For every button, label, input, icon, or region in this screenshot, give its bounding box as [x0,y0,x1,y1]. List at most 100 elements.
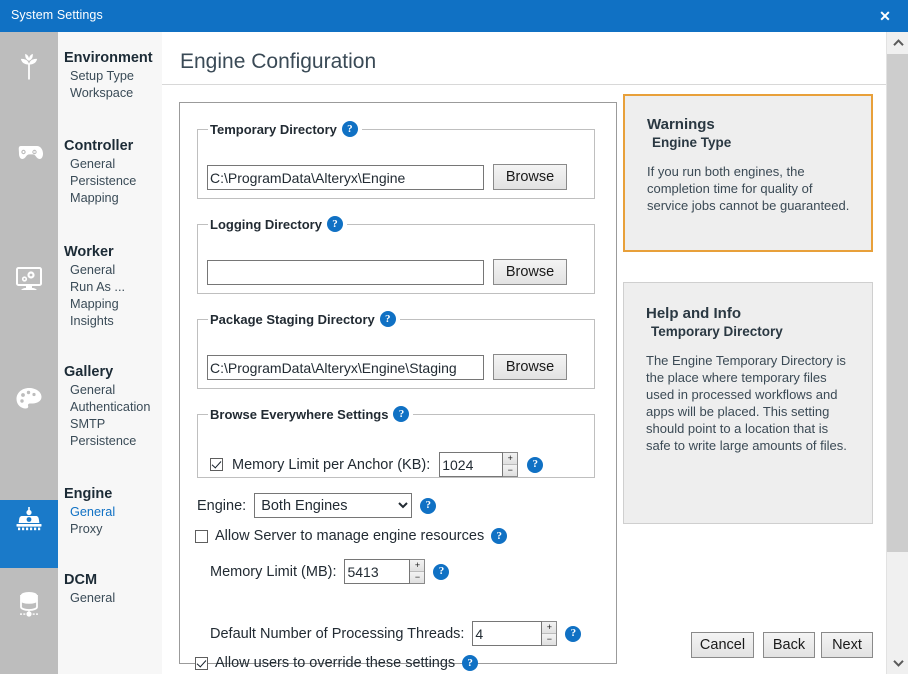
memory-limit-anchor-help-icon[interactable]: ? [527,457,543,473]
processing-threads-decrement-button[interactable]: − [542,634,556,645]
rail-item-worker[interactable] [0,260,58,324]
memory-limit-anchor-input[interactable] [439,452,503,477]
allow-server-row: Allow Server to manage engine resources … [195,528,507,544]
warnings-subtitle: Engine Type [652,135,853,150]
package-staging-directory-legend: Package Staging Directory ? [208,311,400,327]
processing-threads-increment-button[interactable]: + [542,622,556,634]
engine-select-label: Engine: [197,498,246,514]
engine-select-help-icon[interactable]: ? [420,498,436,514]
nav-heading-controller: Controller [58,136,162,156]
close-icon[interactable]: ✕ [862,0,908,32]
rail-item-environment[interactable] [0,46,58,110]
window-title: System Settings [11,8,103,22]
nav-group-engine: Engine General Proxy [58,484,162,538]
chevron-down-icon [893,659,904,667]
warnings-body: If you run both engines, the completion … [647,163,853,214]
nav-heading-dcm: DCM [58,570,162,590]
allow-override-help-icon[interactable]: ? [462,655,478,671]
memory-limit-mb-decrement-button[interactable]: − [410,572,424,583]
nav-group-environment: Environment Setup Type Workspace [58,48,162,102]
sidebar-item-gallery-general[interactable]: General [58,382,162,399]
memory-limit-mb-row: Memory Limit (MB): + − ? [210,559,449,584]
logging-directory-browse-button[interactable]: Browse [493,259,567,285]
title-divider [162,84,886,85]
memory-limit-anchor-increment-button[interactable]: + [503,453,517,465]
package-staging-directory-group: Package Staging Directory ? Browse [197,311,595,389]
sidebar-item-worker-run-as[interactable]: Run As ... [58,279,162,296]
nav-group-worker: Worker General Run As ... Mapping Insigh… [58,242,162,330]
engine-select[interactable]: Both Engines Original Engine AMP Engine [254,493,412,518]
allow-server-checkbox[interactable] [195,530,208,543]
sidebar-item-gallery-authentication[interactable]: Authentication [58,399,162,416]
memory-limit-mb-increment-button[interactable]: + [410,560,424,572]
package-staging-directory-help-icon[interactable]: ? [380,311,396,327]
settings-form-panel: Temporary Directory ? Browse Logging Dir… [179,102,617,664]
memory-limit-mb-spin-buttons: + − [410,559,425,584]
memory-limit-anchor-checkbox[interactable] [210,458,223,471]
nav-heading-worker: Worker [58,242,162,262]
package-staging-directory-input[interactable] [207,355,484,380]
processing-threads-label: Default Number of Processing Threads: [210,626,464,642]
back-button[interactable]: Back [763,632,815,658]
logging-directory-input[interactable] [207,260,484,285]
sidebar-item-engine-proxy[interactable]: Proxy [58,521,162,538]
sidebar-item-gallery-persistence[interactable]: Persistence [58,433,162,450]
sidebar-item-controller-general[interactable]: General [58,156,162,173]
sidebar-item-engine-general[interactable]: General [58,504,162,521]
memory-limit-anchor-label: Memory Limit per Anchor (KB): [232,457,430,473]
sidebar-item-gallery-smtp[interactable]: SMTP [58,416,162,433]
rail-item-engine[interactable] [0,500,58,568]
sidebar-item-worker-insights[interactable]: Insights [58,313,162,330]
nav-panel: Environment Setup Type Workspace Control… [58,32,162,674]
engine-select-row: Engine: Both Engines Original Engine AMP… [197,493,436,518]
monitor-gear-icon [13,266,45,294]
plant-icon [14,52,44,82]
cancel-button[interactable]: Cancel [691,632,754,658]
scrollbar-thumb[interactable] [887,54,908,552]
chevron-up-icon [893,39,904,47]
vertical-scrollbar[interactable] [886,32,908,674]
system-settings-window: System Settings ✕ [0,0,908,674]
scroll-down-icon[interactable] [887,652,908,674]
next-button[interactable]: Next [821,632,873,658]
sidebar-item-controller-mapping[interactable]: Mapping [58,190,162,207]
nav-heading-engine: Engine [58,484,162,504]
logging-directory-legend: Logging Directory ? [208,216,347,232]
browse-everywhere-help-icon[interactable]: ? [393,406,409,422]
logging-directory-help-icon[interactable]: ? [327,216,343,232]
temporary-directory-input[interactable] [207,165,484,190]
warnings-panel: Warnings Engine Type If you run both eng… [623,94,873,252]
rail-item-gallery[interactable] [0,380,58,444]
page-title: Engine Configuration [180,50,376,74]
memory-limit-anchor-decrement-button[interactable]: − [503,465,517,476]
sidebar-item-workspace[interactable]: Workspace [58,85,162,102]
nav-heading-gallery: Gallery [58,362,162,382]
sidebar-item-dcm-general[interactable]: General [58,590,162,607]
memory-limit-mb-input[interactable] [344,559,410,584]
rail-item-dcm[interactable] [0,584,58,648]
sidebar-item-worker-mapping[interactable]: Mapping [58,296,162,313]
warnings-title: Warnings [647,116,853,133]
sidebar-item-controller-persistence[interactable]: Persistence [58,173,162,190]
package-staging-directory-browse-button[interactable]: Browse [493,354,567,380]
allow-server-help-icon[interactable]: ? [491,528,507,544]
temporary-directory-browse-button[interactable]: Browse [493,164,567,190]
nav-group-gallery: Gallery General Authentication SMTP Pers… [58,362,162,450]
help-info-body: The Engine Temporary Directory is the pl… [646,352,854,454]
processing-threads-help-icon[interactable]: ? [565,626,581,642]
browse-everywhere-label: Browse Everywhere Settings [210,407,388,422]
help-info-title: Help and Info [646,305,854,322]
help-info-subtitle: Temporary Directory [651,324,854,339]
scroll-up-icon[interactable] [887,32,908,54]
memory-limit-anchor-stepper: + − [439,452,518,477]
help-info-panel: Help and Info Temporary Directory The En… [623,282,873,524]
sidebar-item-setup-type[interactable]: Setup Type [58,68,162,85]
sidebar-item-worker-general[interactable]: General [58,262,162,279]
processing-threads-input[interactable] [472,621,542,646]
logging-directory-group: Logging Directory ? Browse [197,216,595,294]
temporary-directory-help-icon[interactable]: ? [342,121,358,137]
memory-limit-mb-help-icon[interactable]: ? [433,564,449,580]
rail-item-controller[interactable] [0,134,58,198]
memory-limit-mb-stepper: + − [344,559,425,584]
allow-override-checkbox[interactable] [195,657,208,670]
